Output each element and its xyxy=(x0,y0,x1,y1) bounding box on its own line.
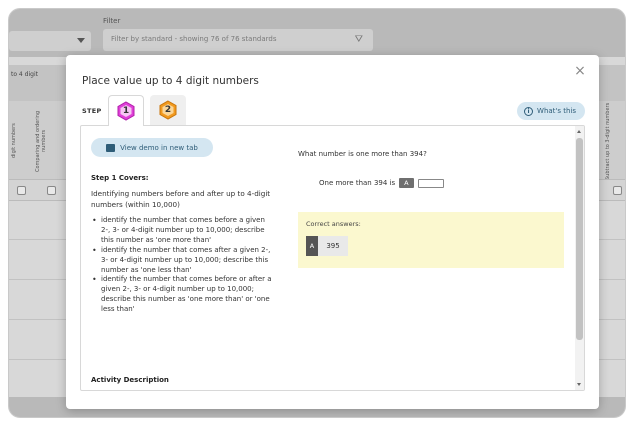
list-item: identify the number that comes before or… xyxy=(91,275,276,315)
objectives-list: identify the number that comes before a … xyxy=(91,216,276,315)
funnel-icon: ⛛ xyxy=(354,34,363,45)
step-covers-heading: Step 1 Covers: xyxy=(91,174,149,182)
video-icon xyxy=(106,143,116,152)
answer-blank-field xyxy=(417,178,444,188)
scroll-down-icon[interactable] xyxy=(577,383,581,386)
example-question: What number is one more than 394? xyxy=(298,150,427,158)
filter-input[interactable]: Filter by standard - showing 76 of 76 st… xyxy=(103,29,373,51)
scroll-up-icon[interactable] xyxy=(577,130,581,133)
background-header-label: to 4 digit xyxy=(11,71,38,78)
background-column-label: digit numbers xyxy=(11,123,17,159)
view-demo-label: View demo in new tab xyxy=(120,143,198,152)
step-number: 1 xyxy=(122,106,130,116)
whats-this-label: What's this xyxy=(537,107,576,115)
info-icon: i xyxy=(524,106,534,116)
step-tab-1[interactable]: 1 xyxy=(108,95,144,126)
filter-label: Filter xyxy=(103,17,121,25)
close-button[interactable]: × xyxy=(573,63,587,79)
content-scrollbar[interactable] xyxy=(575,126,584,390)
app-window: Filter Filter by standard - showing 76 o… xyxy=(8,8,626,418)
list-item: identify the number that comes before a … xyxy=(91,216,276,246)
step-content-panel: View demo in new tab Step 1 Covers: Iden… xyxy=(80,125,585,391)
background-select[interactable] xyxy=(9,31,91,51)
activity-description-heading: Activity Description xyxy=(91,376,169,384)
list-item: identify the number that comes after a g… xyxy=(91,246,276,276)
step-tab-2[interactable]: 2 xyxy=(150,95,186,125)
scroll-thumb[interactable] xyxy=(576,138,583,340)
chevron-down-icon xyxy=(77,38,85,43)
step-number: 2 xyxy=(164,105,172,115)
background-checkbox[interactable] xyxy=(47,186,56,195)
modal-title: Place value up to 4 digit numbers xyxy=(82,75,259,87)
step-label: STEP xyxy=(82,107,102,115)
correct-answer: A 395 xyxy=(306,236,348,256)
background-column-label: Subtract up to 3-digit numbers xyxy=(605,102,611,180)
hexagon-icon: 1 xyxy=(116,101,136,121)
background-column-label: Comparing and ordering numbers xyxy=(35,110,47,172)
background-checkbox[interactable] xyxy=(613,186,622,195)
step-covers-description: Identifying numbers before and after up … xyxy=(91,189,271,209)
answer-value: 395 xyxy=(318,236,348,256)
filter-placeholder: Filter by standard - showing 76 of 76 st… xyxy=(111,35,277,43)
whats-this-button[interactable]: i What's this xyxy=(517,102,585,120)
sentence-prefix: One more than 394 is xyxy=(319,179,396,187)
standard-details-modal: Place value up to 4 digit numbers × STEP… xyxy=(66,55,599,409)
background-checkbox[interactable] xyxy=(17,186,26,195)
correct-answers-box: Correct answers: A 395 xyxy=(298,212,564,268)
answer-box-tag: A xyxy=(399,178,414,188)
answer-sentence: One more than 394 is A xyxy=(319,178,444,188)
hexagon-icon: 2 xyxy=(158,100,178,120)
correct-answers-label: Correct answers: xyxy=(306,220,361,228)
answer-tag: A xyxy=(306,236,318,256)
view-demo-button[interactable]: View demo in new tab xyxy=(91,138,213,157)
